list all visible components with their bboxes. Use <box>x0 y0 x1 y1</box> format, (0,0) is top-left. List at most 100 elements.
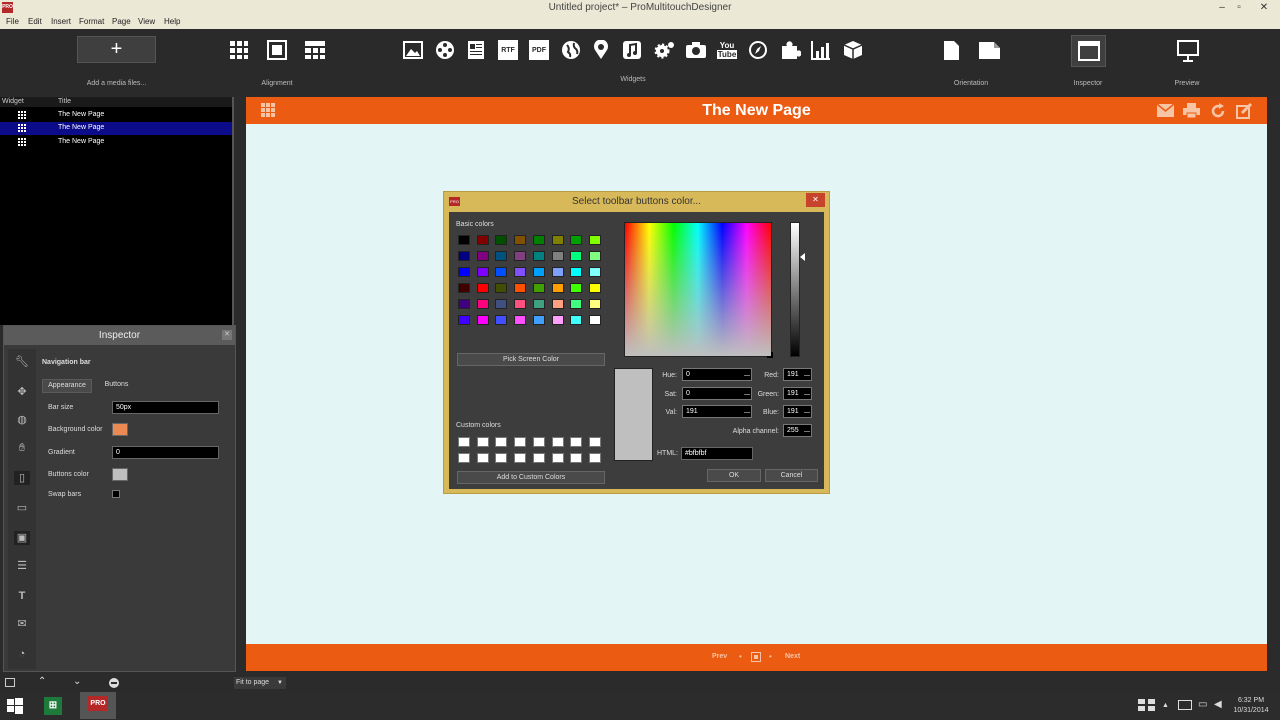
blue-spinbox[interactable]: 191 <box>783 405 812 418</box>
spreadsheet-app-icon[interactable]: ⊞ <box>44 697 62 715</box>
color-crosshair[interactable] <box>767 352 773 358</box>
grid-menu-icon[interactable] <box>261 103 275 117</box>
basic-color-swatch[interactable] <box>458 315 470 325</box>
plugin-widget-icon[interactable] <box>779 40 801 60</box>
basic-color-swatch[interactable] <box>458 267 470 277</box>
gauge-icon[interactable]: ◔ <box>14 647 30 661</box>
basic-color-swatch[interactable] <box>476 283 489 293</box>
single-align-icon[interactable] <box>267 40 287 60</box>
wrench-icon[interactable]: 🔧︎ <box>14 355 30 369</box>
basic-color-swatch[interactable] <box>532 315 545 325</box>
mail-icon[interactable] <box>1156 103 1175 117</box>
basic-color-swatch[interactable] <box>588 235 601 245</box>
basic-color-swatch[interactable] <box>588 267 601 277</box>
background-color-swatch[interactable] <box>112 423 128 436</box>
basic-color-swatch[interactable] <box>514 235 527 245</box>
basic-color-swatch[interactable] <box>476 235 489 245</box>
print-icon[interactable] <box>1183 103 1200 119</box>
panel-toggle-icon[interactable] <box>5 678 15 687</box>
list-item[interactable]: The New Page <box>0 109 234 122</box>
3d-widget-icon[interactable] <box>843 40 863 60</box>
basic-color-swatch[interactable] <box>570 283 583 293</box>
custom-color-swatch[interactable] <box>588 453 601 463</box>
sat-spinbox[interactable]: 0 <box>682 387 752 400</box>
basic-color-swatch[interactable] <box>532 251 545 261</box>
val-spinbox[interactable]: 191 <box>682 405 752 418</box>
compass-widget-icon[interactable] <box>748 40 768 60</box>
basic-color-swatch[interactable] <box>532 267 545 277</box>
inspector-button[interactable] <box>1071 35 1106 67</box>
basic-color-swatch[interactable] <box>551 299 564 309</box>
basic-color-swatch[interactable] <box>551 315 564 325</box>
basic-color-swatch[interactable] <box>570 251 583 261</box>
hue-saturation-field[interactable] <box>624 222 772 357</box>
custom-color-swatch[interactable] <box>551 437 564 447</box>
inspector-close-icon[interactable]: ✕ <box>222 330 232 340</box>
custom-color-swatch[interactable] <box>495 453 508 463</box>
basic-color-swatch[interactable] <box>458 251 470 261</box>
maximize-button[interactable]: ▫ <box>1231 0 1247 15</box>
basic-color-swatch[interactable] <box>476 251 489 261</box>
basic-color-swatch[interactable] <box>514 315 527 325</box>
custom-color-swatch[interactable] <box>532 437 545 447</box>
custom-color-swatch[interactable] <box>551 453 564 463</box>
audio-widget-icon[interactable] <box>622 40 642 60</box>
basic-color-swatch[interactable] <box>588 315 601 325</box>
basic-color-swatch[interactable] <box>495 251 508 261</box>
bar-size-input[interactable]: 50px <box>112 401 219 414</box>
basic-color-swatch[interactable] <box>495 267 508 277</box>
custom-color-swatch[interactable] <box>514 437 527 447</box>
custom-color-swatch[interactable] <box>458 453 470 463</box>
menu-format[interactable]: Format <box>79 17 104 26</box>
menu-insert[interactable]: Insert <box>51 17 71 26</box>
web-widget-icon[interactable] <box>561 40 581 60</box>
basic-color-swatch[interactable] <box>570 267 583 277</box>
chart-widget-icon[interactable] <box>811 40 831 60</box>
green-spinbox[interactable]: 191 <box>783 387 812 400</box>
image-widget-icon[interactable] <box>403 41 423 59</box>
camera-widget-icon[interactable] <box>685 41 707 59</box>
table-align-icon[interactable] <box>304 40 326 60</box>
swap-bars-checkbox[interactable] <box>112 490 120 498</box>
volume-icon[interactable]: ◀︎ <box>1214 699 1226 711</box>
list-item[interactable]: The New Page <box>0 136 234 149</box>
rtf-widget-icon[interactable]: RTF <box>498 40 518 60</box>
pdf-widget-icon[interactable]: PDF <box>529 40 549 60</box>
basic-color-swatch[interactable] <box>495 283 508 293</box>
basic-color-swatch[interactable] <box>495 299 508 309</box>
portrait-orientation-icon[interactable] <box>943 40 960 61</box>
edit-icon[interactable] <box>1236 102 1253 119</box>
custom-color-swatch[interactable] <box>514 453 527 463</box>
list-item[interactable]: The New Page <box>0 122 234 135</box>
custom-color-swatch[interactable] <box>458 437 470 447</box>
basic-color-swatch[interactable] <box>514 299 527 309</box>
page-icon[interactable]: ▯ <box>14 471 30 485</box>
move-down-icon[interactable]: ⌄ <box>73 676 81 687</box>
video-widget-icon[interactable] <box>435 40 455 60</box>
minimize-button[interactable]: – <box>1214 0 1230 15</box>
value-slider-handle[interactable] <box>800 253 805 261</box>
basic-color-swatch[interactable] <box>570 299 583 309</box>
basic-color-swatch[interactable] <box>551 283 564 293</box>
text-widget-icon[interactable] <box>466 40 486 60</box>
basic-color-swatch[interactable] <box>551 235 564 245</box>
basic-color-swatch[interactable] <box>495 235 508 245</box>
red-spinbox[interactable]: 191 <box>783 368 812 381</box>
value-slider[interactable] <box>790 222 800 357</box>
menu-edit[interactable]: Edit <box>28 17 42 26</box>
monitor-icon[interactable]: ▭ <box>14 501 30 515</box>
close-button[interactable]: ✕ <box>1256 0 1272 15</box>
basic-color-swatch[interactable] <box>458 299 470 309</box>
tray-expand-icon[interactable]: ▲ <box>1162 702 1169 709</box>
basic-color-swatch[interactable] <box>570 235 583 245</box>
basic-color-swatch[interactable] <box>588 251 601 261</box>
pro-app-taskbar-button[interactable]: PRO <box>80 692 116 719</box>
move-up-icon[interactable]: ⌃ <box>38 676 46 687</box>
hue-spinbox[interactable]: 0 <box>682 368 752 381</box>
window-icon[interactable]: ▣ <box>14 531 30 545</box>
basic-color-swatch[interactable] <box>551 267 564 277</box>
basic-color-swatch[interactable] <box>532 235 545 245</box>
basic-color-swatch[interactable] <box>476 315 489 325</box>
system-clock[interactable]: 6:32 PM 10/31/2014 <box>1230 696 1272 716</box>
custom-color-swatch[interactable] <box>476 453 489 463</box>
